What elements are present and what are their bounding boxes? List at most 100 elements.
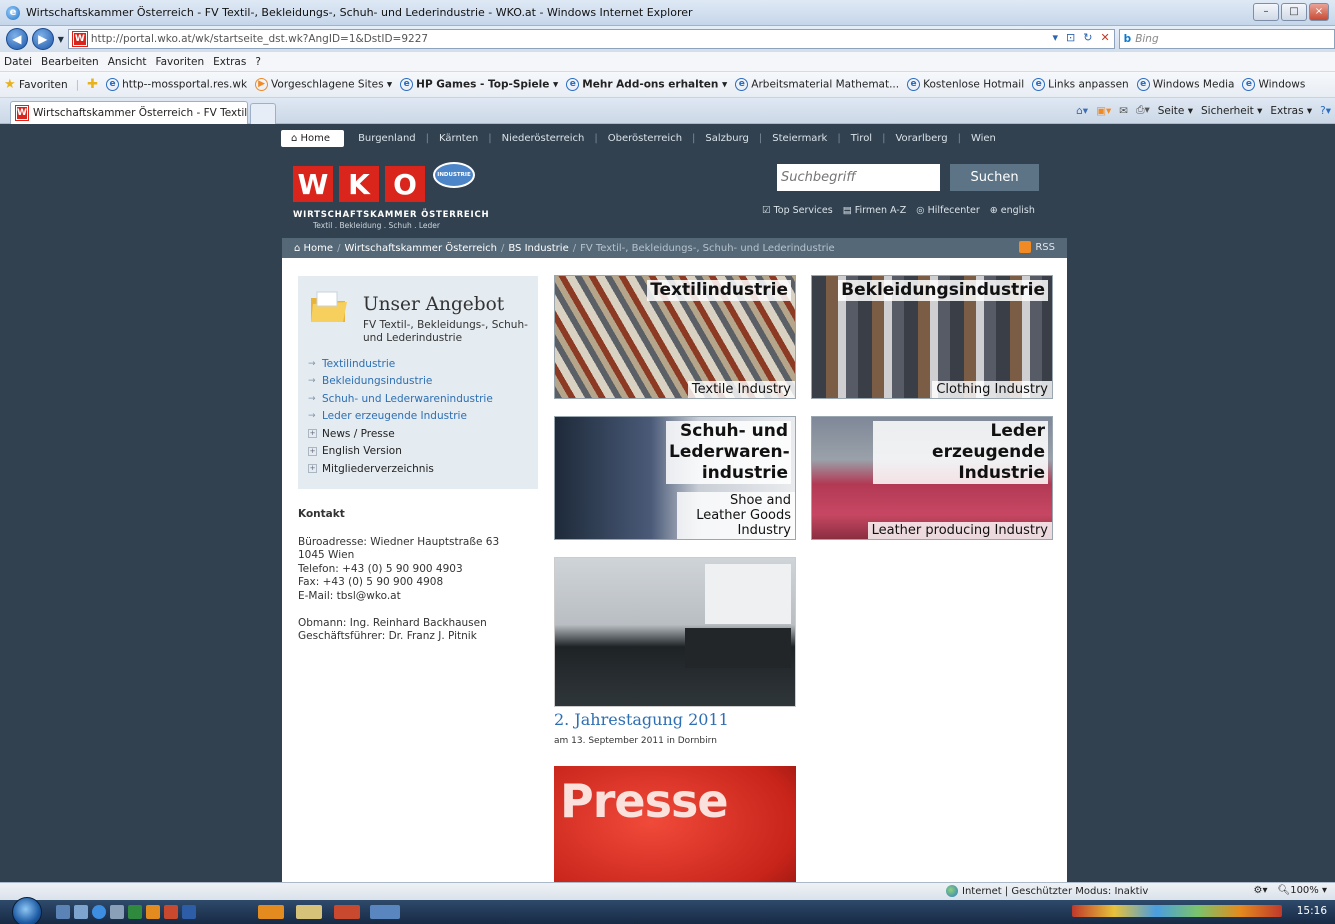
menu-expand-mitglieder[interactable]: + Mitgliederverzeichnis (308, 460, 493, 478)
new-tab-button[interactable] (250, 103, 276, 124)
maximize-button[interactable]: □ (1281, 3, 1307, 21)
protected-mode-icon[interactable]: ⚙▾ (1254, 885, 1268, 896)
help-icon[interactable]: ?▾ (1320, 105, 1331, 117)
clock[interactable]: 15:16 (1297, 905, 1327, 917)
fav-item-links-anpassen[interactable]: e Links anpassen (1032, 78, 1129, 91)
menu-bearbeiten[interactable]: Bearbeiten (41, 56, 99, 68)
mail-icon[interactable]: ✉ (1119, 105, 1128, 117)
outlook-icon[interactable] (146, 905, 160, 919)
browser-tab[interactable]: W Wirtschaftskammer Österreich - FV Text… (10, 101, 248, 124)
globe-icon (946, 885, 958, 897)
nav-oberoesterreich[interactable]: Oberösterreich (608, 133, 682, 144)
tile-leder-erzeugend[interactable]: Leder erzeugende Industrie Leather produ… (811, 416, 1053, 540)
favorites-button[interactable]: ★ Favoriten (4, 77, 68, 92)
nav-niederoesterreich[interactable]: Niederösterreich (502, 133, 585, 144)
menu-link-textil[interactable]: → Textilindustrie (308, 355, 493, 373)
site-search-button[interactable]: Suchen (950, 164, 1039, 191)
add-favorite-icon[interactable]: ✚ (87, 77, 98, 92)
menu-expand-news[interactable]: + News / Presse (308, 425, 493, 443)
show-desktop-icon[interactable] (56, 905, 70, 919)
tile-schuh-lederwaren[interactable]: Schuh- und Lederwaren-industrie Shoe and… (554, 416, 796, 540)
top-services-link[interactable]: ☑ Top Services (762, 205, 833, 216)
powerpoint-icon[interactable] (164, 905, 178, 919)
zoom-control[interactable]: ⚙▾ 🔍︎100% ▾ (1254, 885, 1327, 896)
nav-kaernten[interactable]: Kärnten (439, 133, 478, 144)
nav-home[interactable]: ⌂ Home (281, 129, 345, 147)
contact-email[interactable]: E-Mail: tbsl@wko.at (298, 590, 499, 604)
fav-item-arbeitsmaterial[interactable]: e Arbeitsmaterial Mathemat... (735, 78, 899, 91)
logo-letter-w: W (293, 166, 333, 202)
refresh-icon[interactable]: ↻ (1083, 31, 1092, 44)
english-link[interactable]: ⊕ english (990, 205, 1035, 216)
event-title-link[interactable]: 2. Jahrestagung 2011 (554, 710, 729, 729)
presse-banner[interactable]: Presse (554, 766, 796, 882)
url-field[interactable]: W http://portal.wko.at/wk/startseite_dst… (67, 29, 1115, 49)
forward-button[interactable]: ▶ (31, 28, 54, 50)
safety-menu[interactable]: Sicherheit ▾ (1201, 105, 1262, 117)
menu-help[interactable]: ? (255, 56, 261, 68)
page-menu[interactable]: Seite ▾ (1158, 105, 1193, 117)
menu-link-leder-erzeugend[interactable]: → Leder erzeugende Industrie (308, 408, 493, 426)
ie-window-button[interactable] (370, 905, 400, 919)
compatibility-icon[interactable]: ⊡ (1066, 31, 1075, 44)
close-button[interactable]: × (1309, 3, 1329, 21)
media-icon[interactable] (110, 905, 124, 919)
fav-item-hp-games[interactable]: e HP Games - Top-Spiele ▾ (400, 78, 558, 91)
tile-textilindustrie[interactable]: Textilindustrie Textile Industry (554, 275, 796, 399)
fav-item-windows-media[interactable]: e Windows Media (1136, 78, 1234, 91)
nav-wien[interactable]: Wien (971, 133, 996, 144)
rss-link[interactable]: RSS (1019, 241, 1055, 253)
history-dropdown-icon[interactable]: ▼ (58, 35, 64, 44)
excel-icon[interactable] (128, 905, 142, 919)
feeds-icon[interactable]: ▣▾ (1096, 105, 1111, 117)
site-search-input[interactable] (777, 164, 940, 191)
menu-favoriten[interactable]: Favoriten (156, 56, 205, 68)
menu-expand-english[interactable]: + English Version (308, 443, 493, 461)
ie-taskbar-icon[interactable] (92, 905, 106, 919)
nav-burgenland[interactable]: Burgenland (358, 133, 416, 144)
stop-icon[interactable]: ✕ (1100, 31, 1109, 44)
menu-datei[interactable]: Datei (4, 56, 32, 68)
tile-bekleidungsindustrie[interactable]: Bekleidungsindustrie Clothing Industry (811, 275, 1053, 399)
folder-window-button[interactable] (296, 905, 322, 919)
start-button[interactable] (12, 897, 42, 924)
url-dropdown-icon[interactable]: ▾ (1052, 31, 1058, 44)
hilfecenter-link[interactable]: ◎ Hilfecenter (916, 205, 980, 216)
menu-link-bekleidung[interactable]: → Bekleidungsindustrie (308, 373, 493, 391)
breadcrumb-home[interactable]: ⌂ Home (294, 243, 333, 254)
back-button[interactable]: ◀ (6, 28, 28, 50)
nav-tirol[interactable]: Tirol (851, 133, 872, 144)
minimize-button[interactable]: – (1253, 3, 1279, 21)
tools-menu[interactable]: Extras ▾ (1270, 105, 1312, 117)
fav-item-windows[interactable]: e Windows (1242, 78, 1305, 91)
expand-icon: + (308, 464, 317, 474)
outlook-window-button[interactable] (258, 905, 284, 919)
menu-link-schuh-leder[interactable]: → Schuh- und Lederwarenindustrie (308, 390, 493, 408)
event-photo[interactable] (554, 557, 796, 707)
service-links: ☑ Top Services ▤ Firmen A-Z ◎ Hilfecente… (762, 205, 1035, 216)
powerpoint-window-button[interactable] (334, 905, 360, 919)
wko-logo[interactable]: W K O INDUSTRIE WIRTSCHAFTSKAMMER ÖSTERR… (293, 162, 489, 232)
security-zone[interactable]: Internet | Geschützter Modus: Inaktiv (946, 885, 1148, 897)
nav-vorarlberg[interactable]: Vorarlberg (895, 133, 947, 144)
home-icon[interactable]: ⌂▾ (1076, 105, 1088, 117)
offer-title: Unser Angebot (363, 294, 505, 315)
fav-item-hotmail[interactable]: e Kostenlose Hotmail (907, 78, 1024, 91)
search-box[interactable]: b Bing (1118, 29, 1335, 49)
logo-name: WIRTSCHAFTSKAMMER ÖSTERREICH (293, 210, 490, 220)
favorites-bar: ★ Favoriten | ✚ e http--mossportal.res.wk… (0, 72, 1335, 98)
explorer-icon[interactable] (74, 905, 88, 919)
firmen-az-link[interactable]: ▤ Firmen A-Z (843, 205, 907, 216)
fav-item-mossportal[interactable]: e http--mossportal.res.wk (106, 78, 247, 91)
nav-salzburg[interactable]: Salzburg (705, 133, 748, 144)
system-tray-icons[interactable] (1072, 905, 1282, 917)
fav-item-addons[interactable]: e Mehr Add-ons erhalten ▾ (566, 78, 727, 91)
breadcrumb-wko[interactable]: Wirtschaftskammer Österreich (344, 243, 497, 254)
print-icon[interactable]: ⎙▾ (1136, 104, 1150, 117)
breadcrumb-bs-industrie[interactable]: BS Industrie (508, 243, 568, 254)
menu-ansicht[interactable]: Ansicht (108, 56, 147, 68)
menu-extras[interactable]: Extras (213, 56, 246, 68)
nav-steiermark[interactable]: Steiermark (772, 133, 827, 144)
fav-item-suggested-sites[interactable]: ▶ Vorgeschlagene Sites ▾ (255, 78, 392, 91)
word-icon[interactable] (182, 905, 196, 919)
